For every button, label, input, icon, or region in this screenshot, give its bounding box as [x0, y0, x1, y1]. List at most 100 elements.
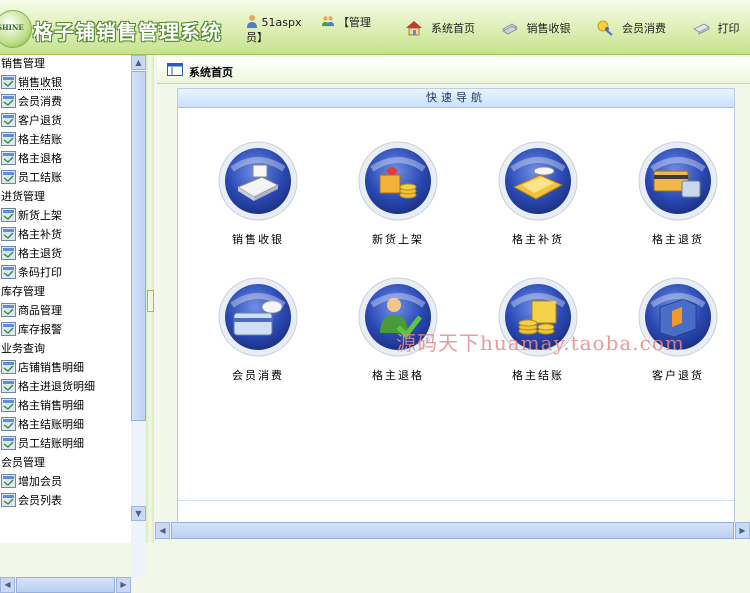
menu-item-icon [1, 113, 16, 127]
logo-text: SHINE [0, 23, 24, 32]
sidebar-item[interactable]: 格主结账明细 [0, 416, 131, 435]
sidebar-item[interactable]: 格主结账 [0, 131, 131, 150]
nav-member-consume[interactable]: 会员消费 [596, 20, 666, 36]
menu-item-icon [1, 75, 16, 89]
sidebar-item-label: 员工结账 [18, 171, 62, 184]
user-info: 51aspx 【管理员】 [246, 14, 386, 45]
menu-item-icon [1, 208, 16, 222]
sidebar-item-label: 格主进退货明细 [18, 380, 95, 393]
tile-label: 格主退格 [372, 369, 424, 382]
sidebar-item[interactable]: 会员消费 [0, 93, 131, 112]
tile-label: 格主退货 [652, 233, 704, 246]
menu-item-icon [1, 322, 16, 336]
cash-register-icon [218, 141, 298, 221]
tile-label: 格主结账 [512, 369, 564, 382]
scroll-thumb[interactable] [131, 71, 146, 421]
scroll-up-arrow-icon[interactable]: ▲ [131, 55, 146, 70]
sidebar-item[interactable]: 新货上架 [0, 207, 131, 226]
main-horizontal-scrollbar[interactable]: ◀ ▶ [155, 522, 750, 539]
sidebar-item-label: 店铺销售明细 [18, 361, 84, 374]
page-title: 系统首页 [189, 66, 233, 79]
menu-item-icon [1, 493, 16, 507]
panel-splitter[interactable] [146, 55, 154, 543]
nav-print-label: 打印 [717, 22, 740, 35]
sidebar-item[interactable]: 员工结账 [0, 169, 131, 188]
scroll-thumb-horizontal[interactable] [16, 577, 115, 593]
main-scroll-thumb[interactable] [171, 522, 734, 539]
tile-label: 销售收银 [232, 233, 284, 246]
main-scroll-right-arrow-icon[interactable]: ▶ [735, 522, 750, 539]
tile-sales-checkout[interactable]: 销售收银 [206, 141, 306, 261]
main-scroll-left-arrow-icon[interactable]: ◀ [155, 522, 170, 539]
tile-new-goods[interactable]: 新货上架 [346, 141, 446, 261]
sidebar-group-title[interactable]: 进货管理 [0, 188, 131, 207]
sidebar-item[interactable]: 格主销售明细 [0, 397, 131, 416]
sidebar-item-label: 格主销售明细 [18, 399, 84, 412]
nav-home[interactable]: 系统首页 [405, 20, 475, 36]
splitter-grip-icon[interactable] [147, 290, 154, 312]
tile-member-consume[interactable]: 会员消费 [206, 277, 306, 397]
restock-icon [498, 141, 578, 221]
menu-item-icon [1, 170, 16, 184]
sidebar-item-label: 库存报警 [18, 323, 62, 336]
tile-return-goods[interactable]: 格主退货 [626, 141, 726, 261]
sidebar-item-label: 销售收银 [18, 76, 62, 90]
menu-item-icon [1, 303, 16, 317]
sidebar: 销售管理销售收银会员消费客户退货格主结账格主退格员工结账进货管理新货上架格主补货… [0, 55, 147, 593]
sidebar-item-label: 增加会员 [18, 475, 62, 488]
menu-item-icon [1, 151, 16, 165]
sidebar-item[interactable]: 库存报警 [0, 321, 131, 340]
menu-item-icon [1, 360, 16, 374]
scroll-right-arrow-icon[interactable]: ▶ [116, 577, 131, 593]
scroll-down-arrow-icon[interactable]: ▼ [131, 506, 146, 521]
tile-label: 格主补货 [512, 233, 564, 246]
sidebar-vertical-scrollbar[interactable]: ▲ ▼ [131, 55, 146, 577]
sidebar-item[interactable]: 销售收银 [0, 74, 131, 93]
top-nav: 系统首页 销售收银 会员消费 打印 [405, 20, 750, 40]
member-icon [597, 20, 613, 36]
sidebar-item-label: 格主补货 [18, 228, 62, 241]
sidebar-item-label: 会员列表 [18, 494, 62, 507]
sidebar-item[interactable]: 增加会员 [0, 473, 131, 492]
nav-sales-checkout[interactable]: 销售收银 [501, 20, 571, 36]
new-goods-icon [358, 141, 438, 221]
menu-item-icon [1, 436, 16, 450]
sidebar-item-label: 条码打印 [18, 266, 62, 279]
sidebar-group-title[interactable]: 销售管理 [0, 55, 131, 74]
sidebar-item[interactable]: 店铺销售明细 [0, 359, 131, 378]
sidebar-item[interactable]: 客户退货 [0, 112, 131, 131]
menu-item-icon [1, 417, 16, 431]
sidebar-group-title[interactable]: 库存管理 [0, 283, 131, 302]
sidebar-item-label: 客户退货 [18, 114, 62, 127]
sidebar-item[interactable]: 格主退货 [0, 245, 131, 264]
main-header: 系统首页 [157, 57, 750, 84]
sidebar-item-label: 格主退格 [18, 152, 62, 165]
sidebar-item[interactable]: 格主退格 [0, 150, 131, 169]
sidebar-group-title[interactable]: 会员管理 [0, 454, 131, 473]
tile-restock[interactable]: 格主补货 [486, 141, 586, 261]
nav-sales-label: 销售收银 [526, 22, 571, 35]
tile-label: 新货上架 [372, 233, 424, 246]
sidebar-item[interactable]: 员工结账明细 [0, 435, 131, 454]
money-icon [501, 23, 518, 35]
sidebar-item[interactable]: 会员列表 [0, 492, 131, 511]
tile-label: 会员消费 [232, 369, 284, 382]
nav-print[interactable]: 打印 [692, 20, 740, 36]
sidebar-group-title[interactable]: 业务查询 [0, 340, 131, 359]
house-icon [406, 21, 422, 36]
logo: SHINE 格子铺销售管理系统 [0, 4, 230, 50]
nav-member-label: 会员消费 [622, 22, 666, 35]
sidebar-item[interactable]: 商品管理 [0, 302, 131, 321]
menu-item-icon [1, 246, 16, 260]
quick-nav-grid: 销售收银 新货上架 格主补货 格主退货 会员消费 格主退格 格主结账 客户退货 … [178, 108, 734, 501]
watermark: 源码天下huamay.taoba.com [396, 331, 685, 355]
admin-group-icon [322, 16, 335, 27]
sidebar-item[interactable]: 格主补货 [0, 226, 131, 245]
sidebar-item[interactable]: 格主进退货明细 [0, 378, 131, 397]
menu-item-icon [1, 379, 16, 393]
sidebar-item-label: 新货上架 [18, 209, 62, 222]
scroll-left-arrow-icon[interactable]: ◀ [0, 577, 15, 593]
sidebar-item[interactable]: 条码打印 [0, 264, 131, 283]
sidebar-horizontal-scrollbar[interactable]: ◀ ▶ [0, 577, 131, 593]
menu-item-icon [1, 265, 16, 279]
